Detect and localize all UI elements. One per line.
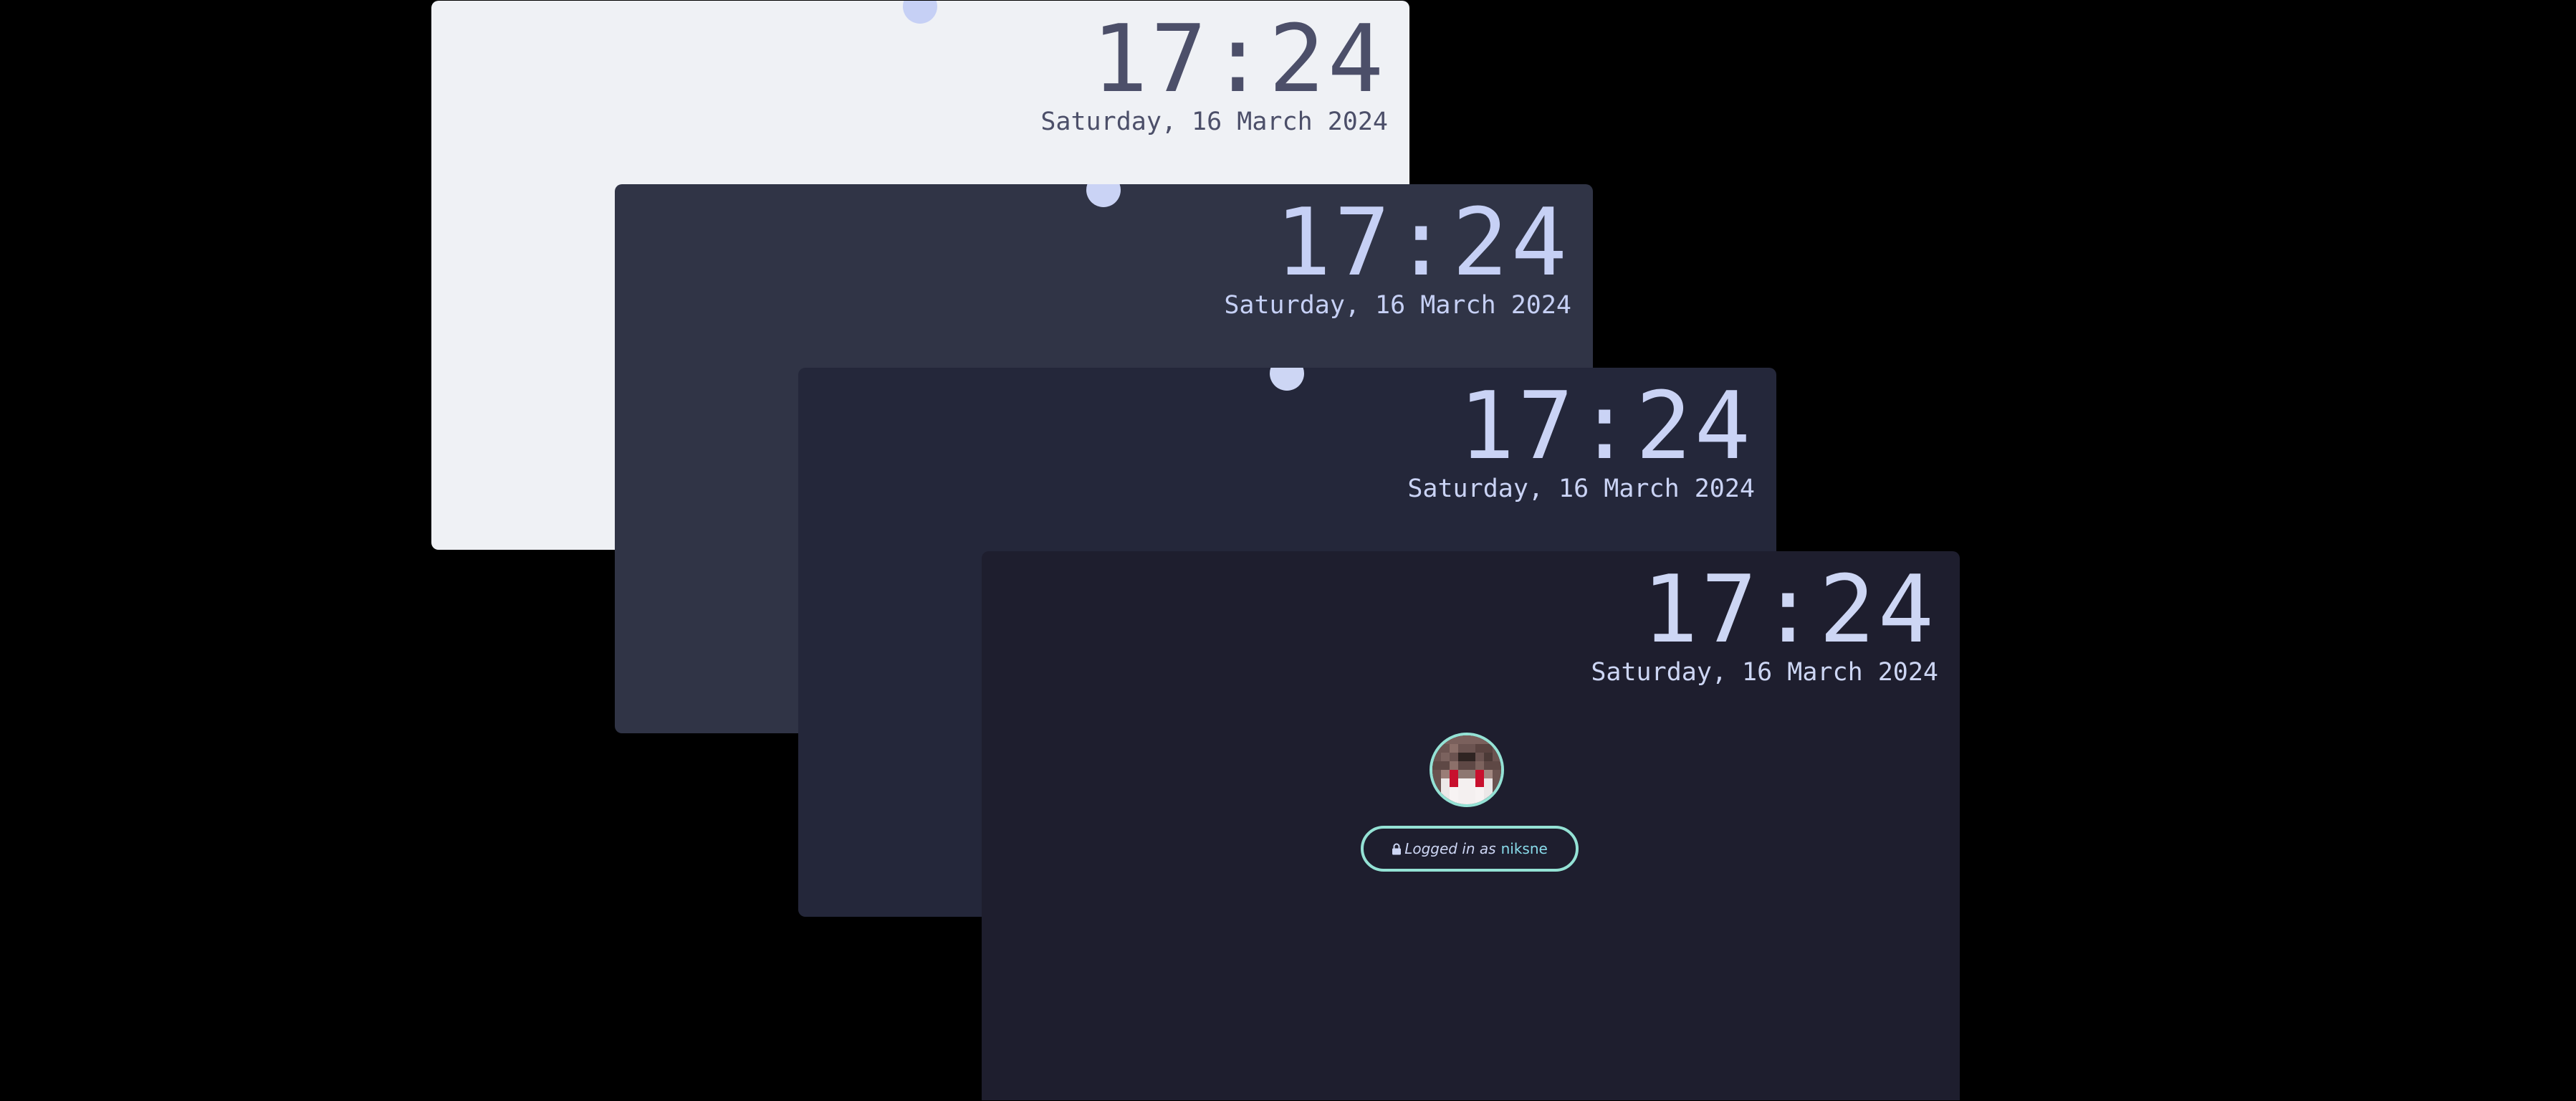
avatar-peek	[1270, 368, 1304, 391]
avatar-peek	[1086, 184, 1121, 207]
logged-in-badge: Logged in as niksne	[1361, 826, 1579, 872]
clock-time: 17:24	[1458, 371, 1753, 480]
avatar-peek	[903, 1, 937, 24]
clock-date: Saturday, 16 March 2024	[1407, 475, 1755, 503]
pixel-avatar-icon	[1432, 735, 1501, 804]
clock-date: Saturday, 16 March 2024	[1224, 291, 1571, 320]
clock-date: Saturday, 16 March 2024	[1040, 108, 1388, 136]
logged-in-label: Logged in as	[1404, 840, 1496, 857]
clock-date: Saturday, 16 March 2024	[1591, 658, 1938, 687]
lock-icon	[1392, 843, 1402, 855]
username: niksne	[1500, 840, 1548, 857]
clock-time: 17:24	[1275, 188, 1570, 297]
lockscreen-mocha: 17:24 Saturday, 16 March 2024 Logged in …	[982, 551, 1960, 1100]
clock-time: 17:24	[1642, 555, 1937, 664]
user-avatar[interactable]	[1430, 733, 1504, 807]
clock-time: 17:24	[1091, 4, 1387, 113]
